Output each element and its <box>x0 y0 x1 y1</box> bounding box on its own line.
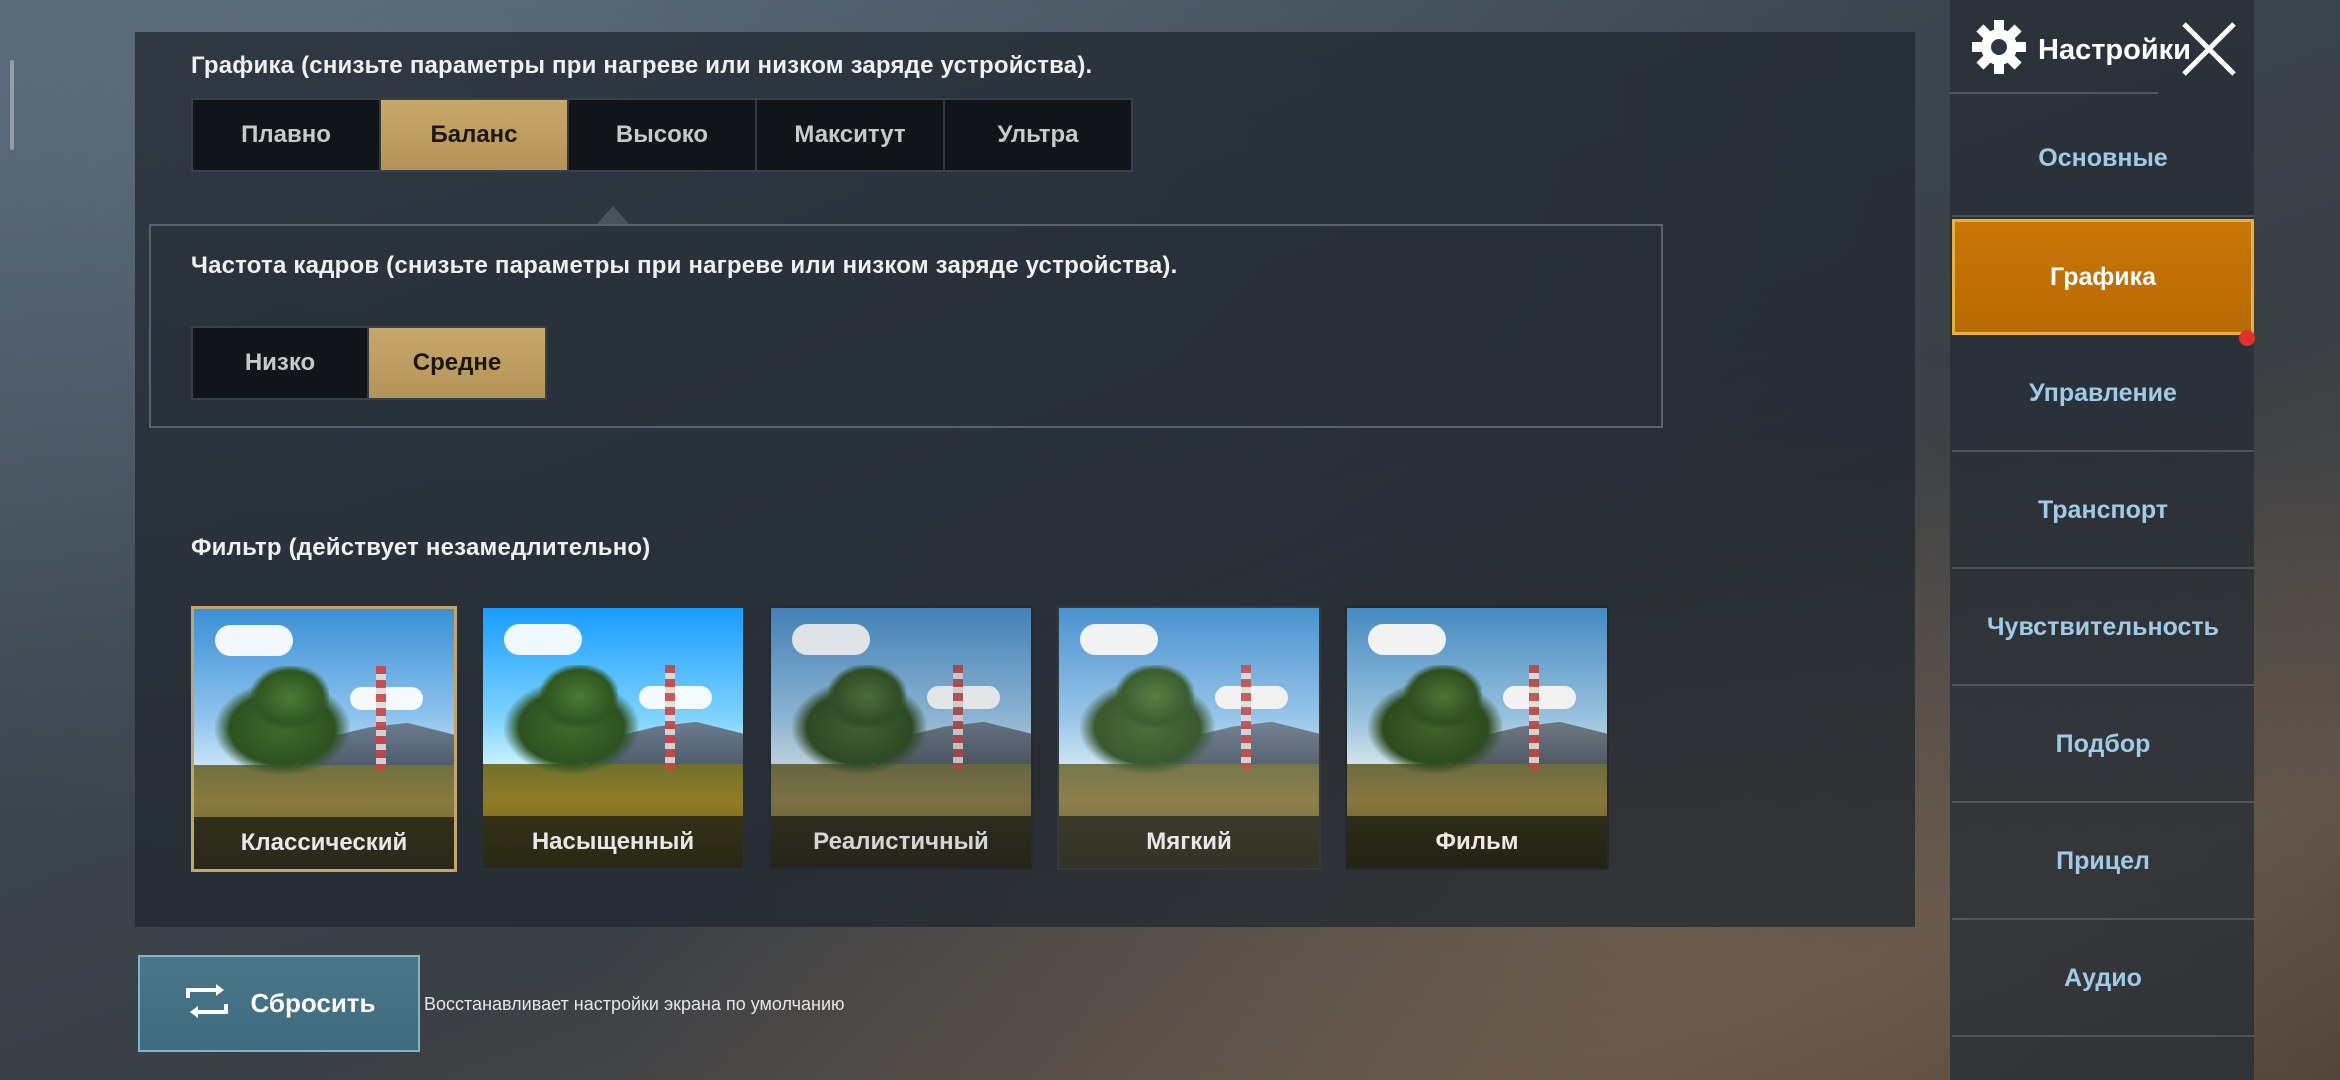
filter-label: Классический <box>194 817 454 869</box>
nav-item-vehicle[interactable]: Транспорт <box>1952 454 2254 569</box>
close-icon[interactable] <box>2178 18 2240 85</box>
nav-item-label: Графика <box>2049 262 2157 291</box>
settings-nav: Основные Графика Управление Транспорт Чу… <box>1952 100 2255 1037</box>
filter-soft[interactable]: Мягкий <box>1057 606 1321 870</box>
filter-realistic[interactable]: Реалистичный <box>769 606 1033 870</box>
filter-label: Реалистичный <box>771 816 1031 868</box>
reset-icon <box>182 982 232 1025</box>
nav-item-audio[interactable]: Аудио <box>1952 922 2254 1037</box>
filter-classic[interactable]: Классический <box>191 606 457 872</box>
framerate-option-medium[interactable]: Средне <box>369 328 545 398</box>
filter-saturated[interactable]: Насыщенный <box>481 606 745 870</box>
filter-title: Фильтр (действует незамедлительно) <box>191 534 651 561</box>
graphics-option-high[interactable]: Высоко <box>569 100 757 170</box>
graphics-option-smooth[interactable]: Плавно <box>193 100 381 170</box>
settings-title: Настройки <box>2038 34 2192 66</box>
filter-label: Насыщенный <box>483 816 743 868</box>
filter-label: Фильм <box>1347 816 1607 868</box>
graphics-quality-selector: Плавно Баланс Высоко Макситут Ультра <box>191 98 1133 172</box>
edge-handle[interactable] <box>10 60 14 150</box>
reset-hint: Восстанавливает настройки экрана по умол… <box>424 994 845 1014</box>
filter-list: Классический Насыщенный Реалистичный Мяг… <box>191 606 1609 872</box>
filter-label: Мягкий <box>1059 816 1319 868</box>
framerate-box: Частота кадров (снизьте параметры при на… <box>149 224 1663 428</box>
graphics-settings-panel: Графика (снизьте параметры при нагреве и… <box>135 32 1915 927</box>
nav-item-pickup[interactable]: Подбор <box>1952 688 2254 803</box>
framerate-selector: Низко Средне <box>191 326 547 400</box>
graphics-option-ultra[interactable]: Ультра <box>945 100 1131 170</box>
divider <box>1950 92 2158 94</box>
nav-item-sensitivity[interactable]: Чувствительность <box>1952 571 2254 686</box>
filter-film[interactable]: Фильм <box>1345 606 1609 870</box>
framerate-option-low[interactable]: Низко <box>193 328 369 398</box>
framerate-title: Частота кадров (снизьте параметры при на… <box>191 252 1178 279</box>
graphics-option-balanced[interactable]: Баланс <box>381 100 569 170</box>
nav-item-controls[interactable]: Управление <box>1952 337 2254 452</box>
graphics-option-max[interactable]: Макситут <box>757 100 945 170</box>
gear-icon <box>1970 18 2028 81</box>
reset-label: Сбросить <box>250 988 376 1018</box>
nav-item-basic[interactable]: Основные <box>1952 102 2254 217</box>
nav-item-scope[interactable]: Прицел <box>1952 805 2254 920</box>
sidebar-header: Настройки <box>1970 14 2330 84</box>
nav-item-graphics[interactable]: Графика <box>1952 219 2255 346</box>
graphics-quality-title: Графика (снизьте параметры при нагреве и… <box>191 52 1093 79</box>
selection-pointer <box>597 206 629 224</box>
reset-button[interactable]: Сбросить <box>138 955 420 1052</box>
